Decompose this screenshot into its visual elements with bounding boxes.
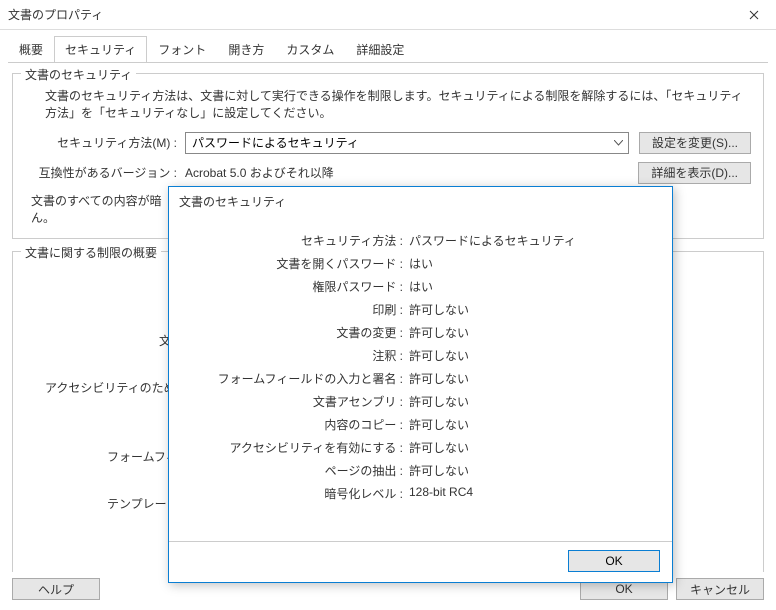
tab-label: フォント (158, 43, 206, 57)
button-label: 設定を変更(S)... (652, 134, 738, 151)
tab-security[interactable]: セキュリティ (54, 36, 147, 63)
tab-label: 概要 (19, 43, 43, 57)
help-button[interactable]: ヘルプ (12, 578, 100, 600)
chevron-down-icon (610, 140, 626, 146)
tab-label: 詳細設定 (356, 43, 404, 57)
detail-value: 許可しない (409, 462, 469, 479)
security-method-label: セキュリティ方法(M) : (25, 134, 185, 151)
detail-label: 権限パスワード : (189, 278, 409, 295)
titlebar: 文書のプロパティ (0, 0, 776, 30)
detail-row: アクセシビリティを有効にする :許可しない (189, 439, 652, 456)
tab-strip: 概要 セキュリティ フォント 開き方 カスタム 詳細設定 (0, 30, 776, 62)
detail-row: 注釈 :許可しない (189, 347, 652, 364)
window-title: 文書のプロパティ (8, 6, 731, 23)
security-description: 文書のセキュリティ方法は、文書に対して実行できる操作を制限します。セキュリティに… (45, 88, 751, 122)
compat-value: Acrobat 5.0 およびそれ以降 (185, 164, 628, 181)
detail-row: 暗号化レベル :128-bit RC4 (189, 485, 652, 502)
detail-label: 文書の変更 : (189, 324, 409, 341)
detail-label: アクセシビリティを有効にする : (189, 439, 409, 456)
detail-row: 文書アセンブリ :許可しない (189, 393, 652, 410)
detail-label: 暗号化レベル : (189, 485, 409, 502)
security-method-dropdown[interactable]: パスワードによるセキュリティ (185, 132, 629, 154)
detail-row: 内容のコピー :許可しない (189, 416, 652, 433)
cancel-button[interactable]: キャンセル (676, 578, 764, 600)
tab-summary[interactable]: 概要 (8, 36, 54, 63)
detail-value: 許可しない (409, 439, 469, 456)
detail-label: 内容のコピー : (189, 416, 409, 433)
detail-value: 許可しない (409, 393, 469, 410)
detail-row: ページの抽出 :許可しない (189, 462, 652, 479)
detail-row: 権限パスワード :はい (189, 278, 652, 295)
compat-row: 互換性があるバージョン : Acrobat 5.0 およびそれ以降 詳細を表示(… (25, 162, 751, 184)
detail-value: 許可しない (409, 324, 469, 341)
detail-label: 文書アセンブリ : (189, 393, 409, 410)
detail-value: 許可しない (409, 416, 469, 433)
detail-label: 印刷 : (189, 301, 409, 318)
modal-ok-button[interactable]: OK (568, 550, 660, 572)
tab-custom[interactable]: カスタム (275, 36, 345, 63)
detail-label: セキュリティ方法 : (189, 232, 409, 249)
detail-label: ページの抽出 : (189, 462, 409, 479)
tab-label: 開き方 (228, 43, 264, 57)
detail-value: 許可しない (409, 370, 469, 387)
detail-row: セキュリティ方法 :パスワードによるセキュリティ (189, 232, 652, 249)
group-legend: 文書のセキュリティ (21, 66, 136, 83)
compat-label: 互換性があるバージョン : (25, 164, 185, 181)
dropdown-value: パスワードによるセキュリティ (192, 134, 610, 151)
button-label: OK (605, 554, 622, 568)
detail-row: 文書を開くパスワード :はい (189, 255, 652, 272)
security-method-row: セキュリティ方法(M) : パスワードによるセキュリティ 設定を変更(S)... (25, 132, 751, 154)
show-details-button[interactable]: 詳細を表示(D)... (638, 162, 751, 184)
button-label: キャンセル (690, 581, 750, 598)
detail-label: 注釈 : (189, 347, 409, 364)
detail-value: 128-bit RC4 (409, 485, 473, 502)
security-details-modal: 文書のセキュリティ セキュリティ方法 :パスワードによるセキュリティ 文書を開く… (168, 186, 673, 583)
tab-label: カスタム (286, 43, 334, 57)
change-settings-button[interactable]: 設定を変更(S)... (639, 132, 751, 154)
tab-label: セキュリティ (65, 43, 136, 57)
detail-row: 文書の変更 :許可しない (189, 324, 652, 341)
detail-value: はい (409, 278, 433, 295)
detail-label: 文書を開くパスワード : (189, 255, 409, 272)
modal-footer: OK (169, 541, 672, 582)
button-label: OK (615, 582, 632, 596)
tab-advanced[interactable]: 詳細設定 (345, 36, 415, 63)
modal-body: セキュリティ方法 :パスワードによるセキュリティ 文書を開くパスワード :はい … (169, 216, 672, 541)
detail-label: フォームフィールドの入力と署名 : (189, 370, 409, 387)
close-icon (749, 10, 759, 20)
modal-title: 文書のセキュリティ (169, 187, 672, 216)
button-label: ヘルプ (38, 581, 74, 598)
detail-value: 許可しない (409, 301, 469, 318)
detail-value: はい (409, 255, 433, 272)
detail-value: 許可しない (409, 347, 469, 364)
button-label: 詳細を表示(D)... (651, 164, 738, 181)
detail-row: フォームフィールドの入力と署名 :許可しない (189, 370, 652, 387)
tab-initial-view[interactable]: 開き方 (217, 36, 275, 63)
close-button[interactable] (731, 0, 776, 30)
tab-fonts[interactable]: フォント (147, 36, 217, 63)
group-legend: 文書に関する制限の概要 (21, 244, 161, 261)
detail-row: 印刷 :許可しない (189, 301, 652, 318)
detail-value: パスワードによるセキュリティ (409, 232, 576, 249)
